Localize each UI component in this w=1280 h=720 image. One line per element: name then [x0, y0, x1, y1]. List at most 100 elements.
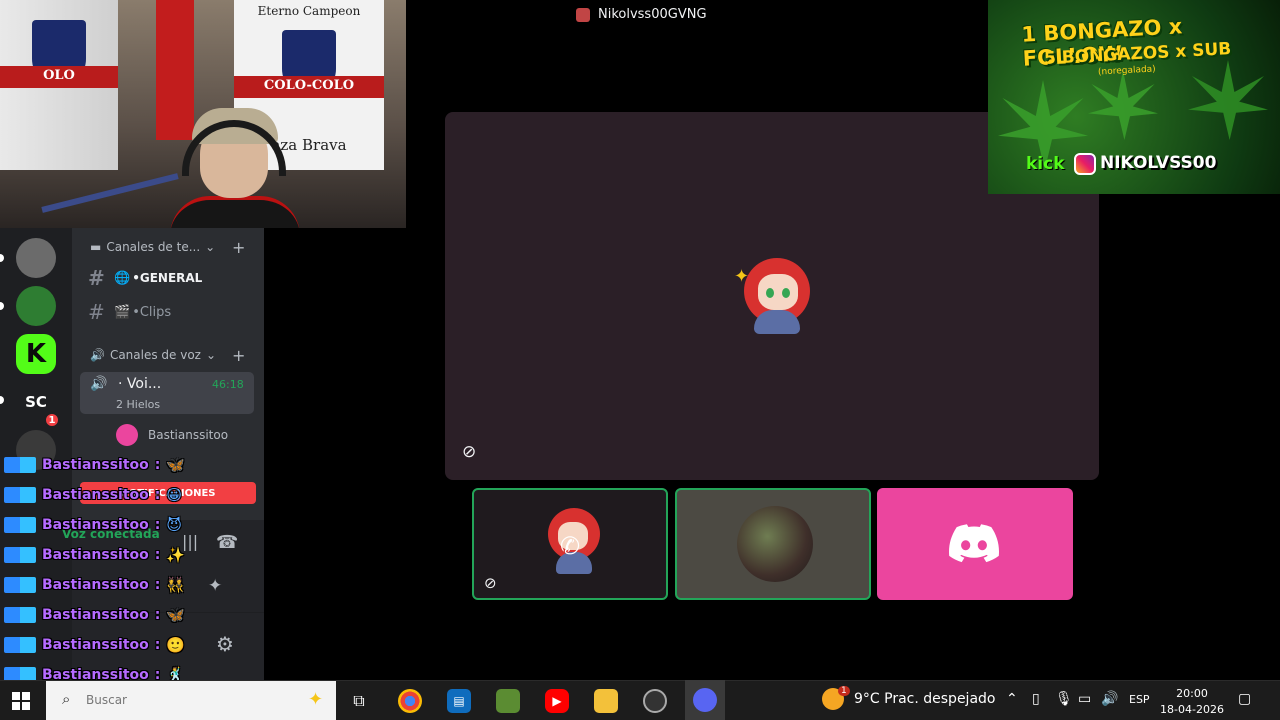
voice-channel-timer: 46:18	[212, 378, 244, 391]
streamer-shirt	[170, 196, 300, 228]
flag-left-text: OLO	[43, 68, 75, 83]
tray-device-icon[interactable]: ▯	[1032, 691, 1040, 707]
network-icon[interactable]: ▭	[1078, 691, 1091, 707]
voice-channel[interactable]: 🔊 · Voi... 46:18 2 Hielos	[80, 372, 254, 414]
chat-separator: :	[154, 457, 161, 473]
chat-badge-icon	[4, 577, 36, 593]
chat-username: Bastianssitoo	[42, 607, 149, 623]
chat-message: Bastianssitoo: 🙂	[4, 633, 185, 657]
chat-badge-icon	[4, 457, 36, 473]
youtube-icon[interactable]: ▶	[545, 689, 569, 713]
chat-message: Bastianssitoo: ✨	[4, 543, 185, 567]
webcam-feed: OLO Eterno Campeon COLO-COLO aza Brava	[0, 0, 406, 228]
channel-emoji: 🎬	[114, 304, 131, 320]
chat-emote: ✨	[166, 546, 186, 564]
plus-icon: +	[232, 346, 246, 365]
sparkle-icon: ✦	[734, 266, 750, 287]
server-icon-1[interactable]	[16, 238, 56, 278]
server-icon-2[interactable]	[16, 286, 56, 326]
screen: OLO Eterno Campeon COLO-COLO aza Brava K…	[0, 0, 1280, 720]
camera-off-icon[interactable]: ⊘	[462, 442, 476, 462]
kick-logo: kick	[1026, 154, 1065, 174]
clock-date: 18-04-2026	[1160, 703, 1224, 716]
notifications-icon[interactable]: ▢	[1238, 691, 1251, 707]
add-text-channel[interactable]: +	[232, 238, 245, 257]
search-icon: ⌕	[62, 690, 71, 708]
voice-category-label: Canales de voz	[109, 348, 201, 362]
channel-clips[interactable]: # 🎬 •Clips	[88, 300, 171, 324]
taskbar-search[interactable]: ⌕ Buscar ✦	[46, 681, 336, 720]
minecraft-icon[interactable]	[496, 689, 520, 713]
channel-emoji: 🌐	[114, 270, 131, 286]
discord-taskbar-icon[interactable]	[693, 688, 717, 712]
chat-username: Bastianssitoo	[42, 517, 149, 533]
chat-badge-icon	[4, 547, 36, 563]
server-sc-label: SC	[25, 393, 47, 411]
hash-icon: #	[88, 266, 105, 290]
chat-username: Bastianssitoo	[42, 547, 149, 563]
text-category[interactable]: ▬ Canales de te... ⌄	[90, 240, 215, 254]
chat-separator: :	[154, 577, 161, 593]
chat-separator: :	[154, 547, 161, 563]
windows-start-icon[interactable]	[12, 692, 30, 710]
chat-emote: 😈	[166, 516, 182, 534]
obs-icon[interactable]	[643, 689, 667, 713]
task-view-icon[interactable]: ⧉	[347, 689, 371, 713]
file-explorer-icon[interactable]	[594, 689, 618, 713]
avatar-face	[758, 274, 798, 310]
discord-logo-icon	[949, 524, 999, 563]
phone-icon: ✆	[560, 532, 581, 560]
flag-left: OLO	[0, 0, 118, 170]
volume-icon[interactable]: 🔊	[1101, 691, 1118, 707]
camera-off-icon: ⊘	[484, 574, 497, 592]
discord-avatar-icon	[116, 424, 138, 446]
channel-general[interactable]: # 🌐 •GENERAL	[88, 266, 202, 290]
text-category-label: Canales de te...	[106, 240, 201, 254]
chat-message: Bastianssitoo: 😈	[4, 513, 182, 537]
search-placeholder: Buscar	[86, 693, 127, 707]
chat-emote: 🦋	[166, 456, 186, 474]
server-icon-kick[interactable]: K	[16, 334, 56, 374]
chevron-down-icon: ⌄	[205, 240, 216, 254]
participant-tile-1[interactable]: ✆ ⊘	[472, 488, 668, 600]
window-title-text: Nikolvss00GVNG	[598, 7, 707, 22]
chat-message: Bastianssitoo: 🦋	[4, 603, 185, 627]
soundboard-icon[interactable]: ✦	[208, 576, 222, 596]
app-icon	[576, 7, 590, 22]
weather-text[interactable]: 9°C Prac. despejado	[854, 691, 995, 707]
speaker-icon: 🔊	[90, 348, 105, 362]
microphone-icon[interactable]: 🎙	[1055, 691, 1073, 707]
participant-tile-2[interactable]	[675, 488, 871, 600]
voice-category[interactable]: 🔊 Canales de voz ⌄	[90, 348, 216, 362]
voice-channel-status: 2 Hielos	[116, 398, 161, 411]
avatar-eye	[782, 288, 790, 298]
flag-main-text: COLO-COLO	[263, 78, 355, 93]
chat-emote: 🙂	[166, 636, 186, 654]
chevron-up-icon[interactable]: ⌃	[1006, 691, 1018, 707]
voice-channel-name: · Voi...	[118, 376, 162, 392]
add-voice-channel[interactable]: +	[232, 346, 245, 365]
chat-emote: 👯	[166, 576, 186, 594]
leaf-graphic	[1088, 70, 1158, 140]
chrome-icon[interactable]	[398, 689, 422, 713]
chat-badge-icon	[4, 487, 36, 503]
chat-username: Bastianssitoo	[42, 457, 149, 473]
instagram-icon	[1074, 153, 1096, 175]
chat-separator: :	[154, 607, 161, 623]
chat-badge-icon	[4, 607, 36, 623]
voice-user[interactable]: Bastianssitoo	[116, 424, 228, 446]
language-indicator[interactable]: ESP	[1129, 693, 1150, 706]
chat-badge-icon	[4, 517, 36, 533]
chat-message: Bastianssitoo: 🦋	[4, 453, 185, 477]
gear-icon[interactable]: ⚙	[216, 632, 234, 656]
taskbar-clock[interactable]: 20:00 18-04-2026	[1160, 686, 1224, 718]
chat-emote: 🦋	[166, 606, 186, 624]
mic-arm	[41, 173, 179, 213]
participant-tile-3[interactable]	[877, 488, 1073, 600]
store-icon[interactable]: ▤	[447, 689, 471, 713]
disconnect-icon[interactable]: ☎	[216, 532, 238, 553]
chat-message: Bastianssitoo: 😀	[4, 483, 182, 507]
weather-badge: 1	[838, 686, 850, 696]
server-icon-sc[interactable]: SC 1	[16, 382, 60, 428]
chat-separator: :	[154, 517, 161, 533]
